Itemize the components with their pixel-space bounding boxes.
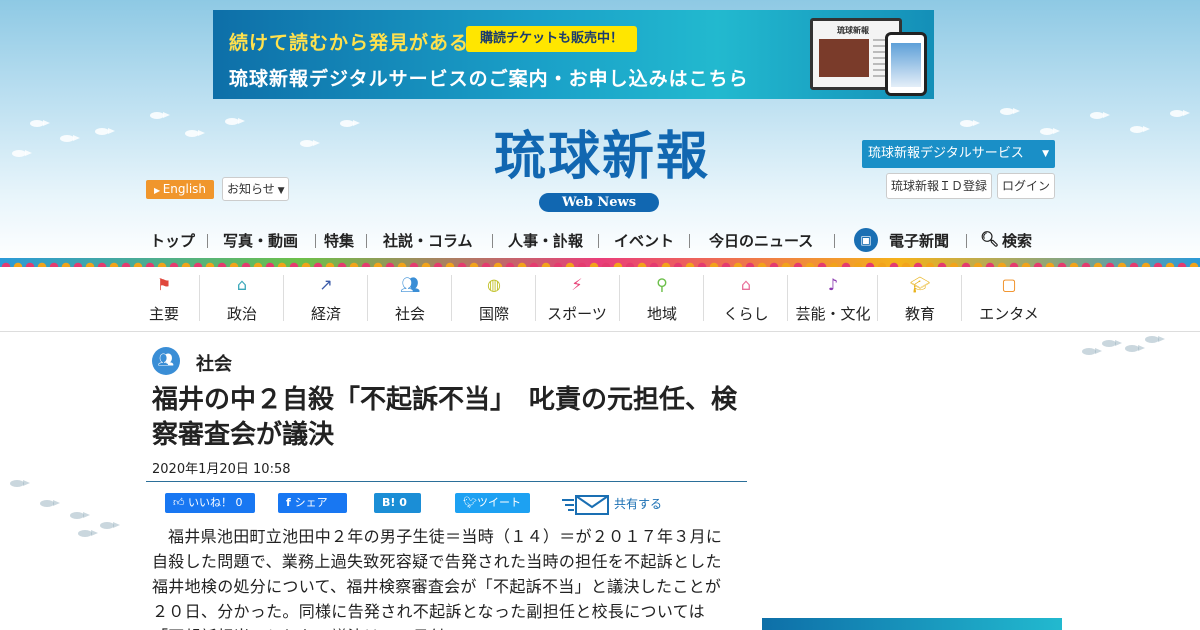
- banner-headline: 続けて読むから発見がある: [229, 32, 470, 54]
- notice-dropdown[interactable]: お知らせ ▼: [222, 177, 289, 201]
- category-economy[interactable]: ↗ 経済: [296, 267, 356, 332]
- banner-ticket-badge: 購読チケットも販売中！: [466, 26, 638, 52]
- digital-service-label: 琉球新報デジタルサービス: [868, 146, 1024, 161]
- digital-service-dropdown[interactable]: 琉球新報デジタルサービス ▼: [862, 140, 1055, 168]
- nav-personnel-obituaries[interactable]: 人事・訃報: [508, 230, 583, 251]
- tweet-button[interactable]: 🐦︎ツイート: [455, 493, 530, 513]
- nav-features[interactable]: 特集: [324, 230, 354, 251]
- category-entertainment[interactable]: ▢ エンタメ: [972, 267, 1046, 332]
- chevron-down-icon: ▼: [274, 186, 285, 196]
- category-society[interactable]: 👥︎ 社会: [380, 267, 440, 332]
- decorative-pattern-strip: [0, 258, 1200, 267]
- flag-icon: ⚑: [156, 275, 172, 294]
- nav-todays-news[interactable]: 今日のニュース: [709, 230, 813, 251]
- runner-icon: ⚡: [571, 275, 583, 294]
- chart-icon: ↗: [319, 275, 333, 294]
- envelope-icon: [562, 494, 609, 515]
- society-section-icon: 👥︎: [152, 347, 180, 375]
- nav-editorial-column[interactable]: 社説・コラム: [383, 230, 473, 251]
- facebook-share-button[interactable]: f シェア: [278, 493, 347, 513]
- e-newspaper-icon[interactable]: ▣: [854, 228, 878, 252]
- login-button[interactable]: ログイン: [997, 173, 1055, 199]
- article-headline: 福井の中２自殺「不起訴不当」 叱責の元担任、検察審査会が議決: [152, 385, 738, 450]
- site-logo-subtitle: Web News: [539, 193, 659, 212]
- site-logo[interactable]: 琉球新報: [452, 124, 752, 190]
- nav-events[interactable]: イベント: [614, 230, 674, 251]
- hatena-bookmark-button[interactable]: B! 0: [374, 493, 421, 513]
- main-navigation: トップ 写真・動画 特集 社説・コラム 人事・訃報 イベント 今日のニュース ▣…: [0, 226, 1200, 256]
- divider: [146, 481, 747, 482]
- banner-subline: 琉球新報デジタルサービスのご案内・お申し込みはこちら: [229, 68, 749, 90]
- category-arts-culture[interactable]: ♪ 芸能・文化: [790, 267, 876, 332]
- globe-icon: ◍: [487, 275, 501, 294]
- category-politics[interactable]: ⌂ 政治: [212, 267, 272, 332]
- phone-illustration: [885, 32, 927, 96]
- english-button[interactable]: ▶ English: [146, 180, 214, 199]
- nav-top[interactable]: トップ: [150, 230, 195, 251]
- sanshin-icon: ♪: [827, 275, 839, 294]
- category-sports[interactable]: ⚡ スポーツ: [540, 267, 614, 332]
- category-education[interactable]: 🎓︎ 教育: [890, 267, 950, 332]
- device-header: 琉球新報: [837, 26, 869, 35]
- category-navigation: ⚑ 主要 ⌂ 政治 ↗ 経済 👥︎ 社会 ◍ 国際 ⚡ スポーツ ⚲ 地域 ⌂ …: [0, 267, 1200, 332]
- article-date: 2020年1月20日 10:58: [152, 462, 291, 477]
- search-icon[interactable]: 🔍︎: [980, 230, 999, 248]
- house-icon: ⌂: [740, 275, 752, 294]
- tv-icon: ▢: [1001, 275, 1017, 294]
- nav-e-newspaper[interactable]: 電子新聞: [889, 230, 949, 251]
- play-icon: ▶: [154, 186, 163, 195]
- digital-service-banner[interactable]: 続けて読むから発見がある 購読チケットも販売中！ 琉球新報デジタルサービスのご案…: [213, 10, 934, 99]
- article-body: 福井県池田町立池田中２年の男子生徒＝当時（１４）＝が２０１７年３月に自殺した問題…: [152, 527, 723, 630]
- nav-photo-video[interactable]: 写真・動画: [223, 230, 298, 251]
- graduation-cap-icon: 🎓︎: [910, 275, 931, 294]
- section-label[interactable]: 社会: [196, 350, 232, 376]
- sidebar-banner[interactable]: [762, 618, 1062, 630]
- thumbs-up-icon: 👍︎: [173, 496, 188, 509]
- category-main[interactable]: ⚑ 主要: [140, 267, 188, 332]
- building-icon: ⌂: [236, 275, 248, 294]
- caret-down-icon: ▼: [1042, 149, 1049, 159]
- english-label: English: [162, 182, 207, 196]
- category-international[interactable]: ◍ 国際: [464, 267, 524, 332]
- category-lifestyle[interactable]: ⌂ くらし: [716, 267, 776, 332]
- nav-search[interactable]: 検索: [1002, 230, 1032, 251]
- notice-label: お知らせ: [227, 182, 275, 196]
- facebook-like-button[interactable]: 👍︎ いいね！ 0: [165, 493, 255, 513]
- twitter-bird-icon: 🐦︎: [463, 496, 477, 509]
- pin-icon: ⚲: [656, 275, 668, 294]
- category-region[interactable]: ⚲ 地域: [632, 267, 692, 332]
- people-icon: 👥︎: [400, 275, 421, 294]
- id-register-button[interactable]: 琉球新報ＩＤ登録: [886, 173, 992, 199]
- facebook-icon: f: [286, 496, 295, 509]
- line-share-label: 共有する: [614, 497, 663, 511]
- line-share-button[interactable]: 共有する: [562, 492, 662, 516]
